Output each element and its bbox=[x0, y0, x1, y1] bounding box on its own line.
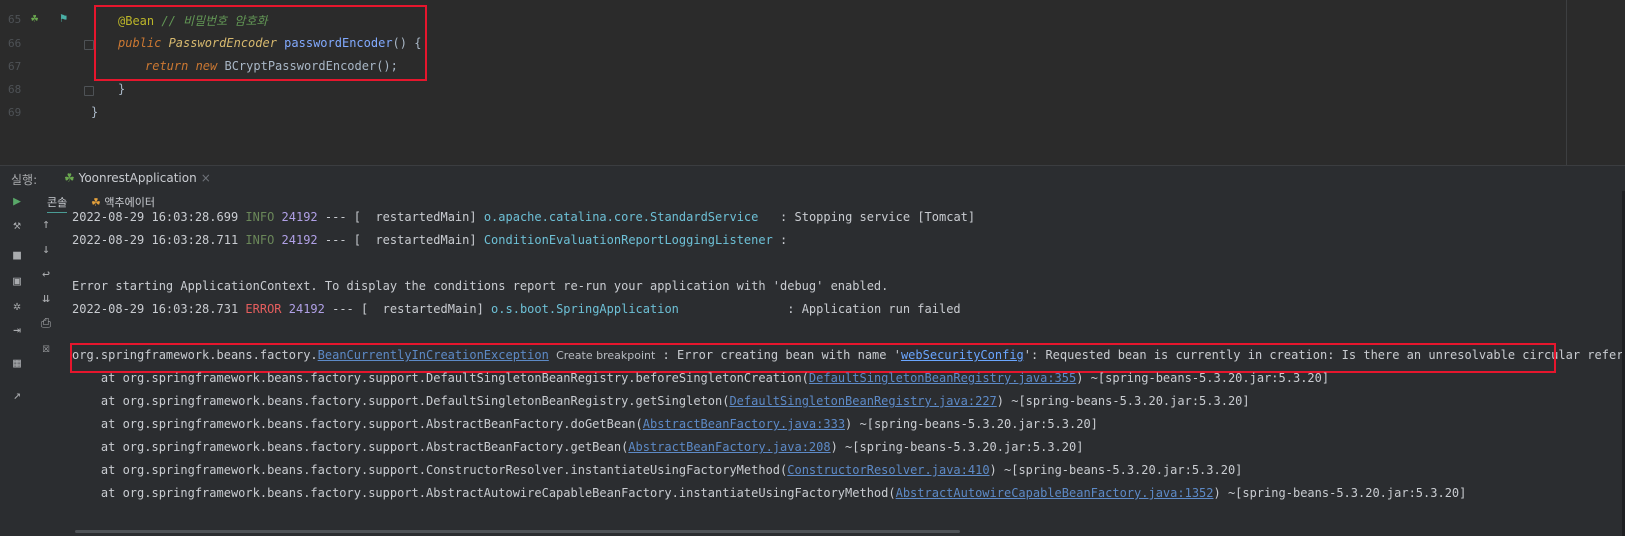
log-line: Error starting ApplicationContext. To di… bbox=[72, 279, 889, 293]
timestamp: 2022-08-29 16:03:28.711 bbox=[72, 233, 246, 247]
log-level: ERROR bbox=[245, 302, 282, 316]
bean-icon[interactable]: ☘ bbox=[31, 11, 38, 25]
stack-text: ) ~[spring-beans-5.3.20.jar:5.3.20] bbox=[1076, 371, 1330, 385]
close-icon[interactable]: × bbox=[201, 171, 211, 185]
run-toolbar: ▶ ⚒ ■ ▣ ✲ ⇥ ▦ ↗ bbox=[0, 191, 34, 536]
source-link[interactable]: DefaultSingletonBeanRegistry.java:355 bbox=[809, 371, 1076, 385]
right-margin-guide bbox=[1566, 0, 1567, 165]
stack-text: ) ~[spring-beans-5.3.20.jar:5.3.20] bbox=[845, 417, 1098, 431]
stack-text: ) ~[spring-beans-5.3.20.jar:5.3.20] bbox=[989, 463, 1243, 477]
stack-frame: at org.springframework.beans.factory.sup… bbox=[72, 486, 1466, 500]
stack-frame: at org.springframework.beans.factory.sup… bbox=[72, 463, 1243, 477]
logger-name: o.s.boot.SpringApplication bbox=[491, 302, 679, 316]
line-number: 65 bbox=[8, 13, 22, 26]
stack-text: at org.springframework.beans.factory.sup… bbox=[72, 440, 629, 454]
run-toolwindow-header: 실행: ☘ YoonrestApplication × bbox=[0, 165, 1625, 193]
stack-text: ) ~[spring-beans-5.3.20.jar:5.3.20] bbox=[996, 394, 1250, 408]
timestamp: 2022-08-29 16:03:28.731 bbox=[72, 302, 246, 316]
line-number: 68 bbox=[8, 83, 22, 96]
camera-icon[interactable]: ▣ bbox=[7, 274, 27, 289]
tab-console[interactable]: 콘솔 bbox=[47, 194, 68, 214]
pin-icon[interactable]: ↗ bbox=[7, 388, 27, 403]
console-output[interactable]: 2022-08-29 16:03:28.699 INFO 24192 --- [… bbox=[63, 210, 1625, 536]
code-line: } bbox=[118, 82, 126, 96]
stack-text: at org.springframework.beans.factory.sup… bbox=[72, 463, 788, 477]
run-icon[interactable]: ▶ bbox=[7, 194, 27, 209]
logger-name: o.apache.catalina.core.StandardService bbox=[483, 210, 759, 224]
up-icon[interactable]: ↑ bbox=[36, 217, 56, 232]
stack-text: at org.springframework.beans.factory.sup… bbox=[72, 417, 643, 431]
pid: 24192 bbox=[281, 233, 318, 247]
code-line: } bbox=[91, 105, 99, 119]
stack-frame: at org.springframework.beans.factory.sup… bbox=[72, 417, 1098, 431]
thread: --- [ restartedMain] bbox=[324, 302, 492, 316]
stack-frame: at org.springframework.beans.factory.sup… bbox=[72, 371, 1329, 385]
stack-frame: at org.springframework.beans.factory.sup… bbox=[72, 440, 1084, 454]
bug-icon[interactable]: ✲ bbox=[7, 299, 27, 314]
layout-icon[interactable]: ▦ bbox=[7, 356, 27, 371]
timestamp: 2022-08-29 16:03:28.699 bbox=[72, 210, 246, 224]
tab-label: YoonrestApplication bbox=[78, 171, 197, 185]
source-link[interactable]: DefaultSingletonBeanRegistry.java:227 bbox=[729, 394, 996, 408]
log-message: : Application run failed bbox=[678, 302, 961, 316]
fold-icon[interactable] bbox=[84, 86, 94, 96]
source-link[interactable]: AbstractBeanFactory.java:333 bbox=[643, 417, 845, 431]
log-message: : Stopping service [Tomcat] bbox=[758, 210, 976, 224]
horizontal-scrollbar[interactable] bbox=[75, 530, 960, 533]
source-link[interactable]: ConstructorResolver.java:410 bbox=[787, 463, 989, 477]
print-icon[interactable]: ⎙ bbox=[36, 316, 56, 331]
logger-name: ConditionEvaluationReportLoggingListener bbox=[483, 233, 773, 247]
bookmark-icon[interactable]: ⚑ bbox=[60, 11, 67, 25]
line-number: 66 bbox=[8, 37, 22, 50]
tab-yoonrest-application[interactable]: ☘ YoonrestApplication × bbox=[58, 166, 217, 193]
stack-text: at org.springframework.beans.factory.sup… bbox=[72, 371, 809, 385]
tab-label: 액추에이터 bbox=[104, 196, 155, 209]
login-icon[interactable]: ⇥ bbox=[7, 323, 27, 338]
thread: --- [ restartedMain] bbox=[317, 233, 484, 247]
log-line: 2022-08-29 16:03:28.699 INFO 24192 --- [… bbox=[72, 210, 975, 224]
line-number: 69 bbox=[8, 106, 22, 119]
trash-icon[interactable]: ☒ bbox=[36, 341, 56, 356]
console-toolbar: ↑ ↓ ↩ ⇊ ⎙ ☒ bbox=[33, 213, 63, 536]
stack-text: at org.springframework.beans.factory.sup… bbox=[72, 486, 896, 500]
highlight-box bbox=[94, 5, 427, 81]
source-link[interactable]: AbstractAutowireCapableBeanFactory.java:… bbox=[896, 486, 1214, 500]
stack-text: ) ~[spring-beans-5.3.20.jar:5.3.20] bbox=[1213, 486, 1467, 500]
code-editor[interactable]: 65 66 67 68 69 ☘ ⚑ @Bean // 비밀번호 암호화 pub… bbox=[0, 0, 1625, 165]
actuator-icon: ☘ bbox=[91, 196, 101, 209]
log-message: : bbox=[772, 233, 788, 247]
stop-icon[interactable]: ■ bbox=[7, 248, 27, 263]
log-line: 2022-08-29 16:03:28.731 ERROR 24192 --- … bbox=[72, 302, 961, 316]
thread: --- [ restartedMain] bbox=[317, 210, 484, 224]
scroll-to-end-icon[interactable]: ⇊ bbox=[36, 291, 56, 306]
highlight-box bbox=[70, 343, 1556, 373]
pid: 24192 bbox=[288, 302, 325, 316]
log-level: INFO bbox=[245, 233, 275, 247]
stack-text: ) ~[spring-beans-5.3.20.jar:5.3.20] bbox=[830, 440, 1084, 454]
run-label: 실행: bbox=[11, 173, 38, 187]
down-icon[interactable]: ↓ bbox=[36, 242, 56, 257]
editor-gutter: 65 66 67 68 69 ☘ ⚑ bbox=[0, 0, 94, 165]
soft-wrap-icon[interactable]: ↩ bbox=[36, 267, 56, 282]
stack-text: at org.springframework.beans.factory.sup… bbox=[72, 394, 730, 408]
pid: 24192 bbox=[281, 210, 318, 224]
tab-actuator[interactable]: ☘ 액추에이터 bbox=[91, 194, 155, 210]
stack-frame: at org.springframework.beans.factory.sup… bbox=[72, 394, 1250, 408]
wrench-icon[interactable]: ⚒ bbox=[7, 218, 27, 233]
spring-app-icon: ☘ bbox=[64, 171, 75, 185]
line-number: 67 bbox=[8, 60, 22, 73]
log-line: 2022-08-29 16:03:28.711 INFO 24192 --- [… bbox=[72, 233, 787, 247]
source-link[interactable]: AbstractBeanFactory.java:208 bbox=[628, 440, 830, 454]
log-level: INFO bbox=[245, 210, 275, 224]
fold-icon[interactable] bbox=[84, 40, 94, 50]
